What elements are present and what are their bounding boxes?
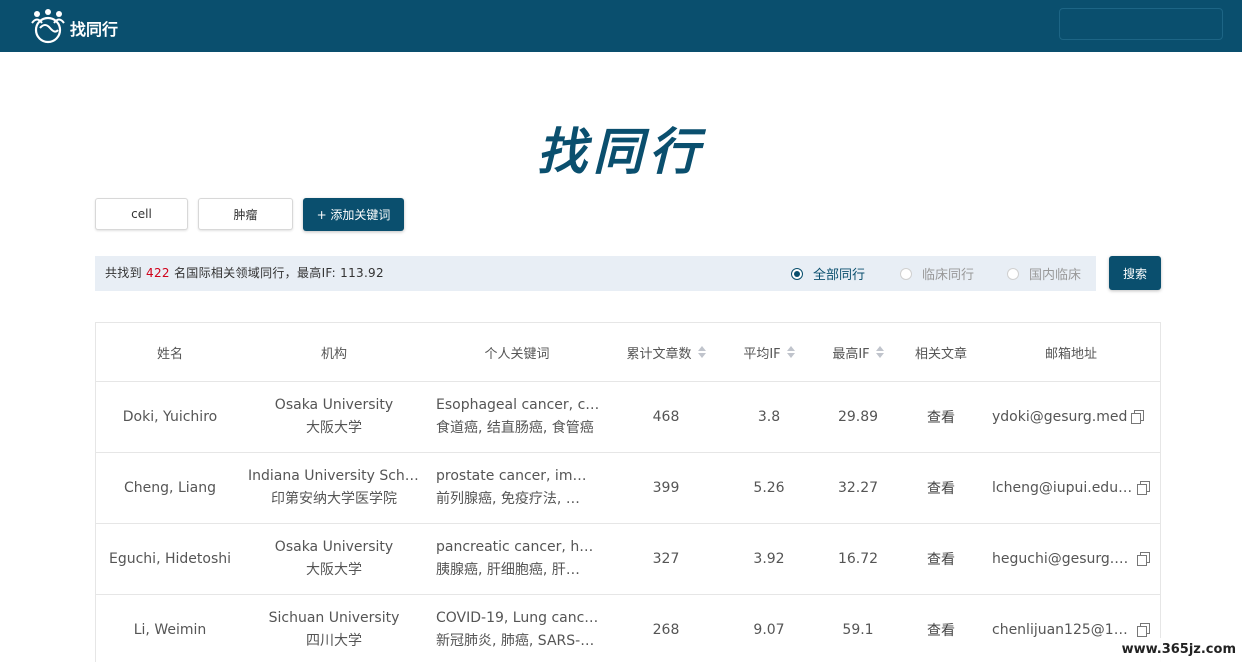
keyword-chip-cell[interactable]: cell xyxy=(95,198,188,230)
filter-radio-clinical[interactable]: 临床同行 xyxy=(900,256,974,291)
column-header-name: 姓名 xyxy=(156,346,183,362)
keywords-cell: Esophageal cancer, colorectal cancer 食道癌… xyxy=(436,396,600,436)
table-row: Cheng, Liang Indiana University School o… xyxy=(96,452,1160,524)
copy-icon[interactable] xyxy=(1137,623,1150,637)
column-header-institution: 机构 xyxy=(320,346,347,362)
institution-cell: Osaka University 大阪大学 xyxy=(274,538,394,578)
table-header: 姓名 机构 个人关键词 累计文章数 平均IF 最高IF 相关文章 邮箱地址 xyxy=(96,323,1160,382)
radio-unchecked-icon xyxy=(900,267,912,280)
top-search-box[interactable] xyxy=(1059,8,1223,40)
avg-if: 5.26 xyxy=(753,479,785,496)
filter-radio-domestic-clinical[interactable]: 国内临床 xyxy=(1007,256,1081,291)
copy-icon[interactable] xyxy=(1131,410,1145,424)
table-row: Doki, Yuichiro Osaka University 大阪大学 Eso… xyxy=(96,381,1160,453)
add-keyword-button[interactable]: + 添加关键词 xyxy=(303,198,404,231)
top-navbar: 找同行 xyxy=(0,0,1242,52)
sort-icon[interactable] xyxy=(697,346,706,358)
column-header-related-articles: 相关文章 xyxy=(914,346,967,362)
avg-if: 9.07 xyxy=(753,621,785,638)
researcher-name: Doki, Yuichiro xyxy=(122,408,218,425)
site-logo[interactable]: 找同行 xyxy=(28,6,118,46)
copy-icon[interactable] xyxy=(1137,481,1150,495)
copy-icon[interactable] xyxy=(1137,552,1150,566)
email-cell: heguchi@gesurg.ed;hi xyxy=(992,523,1160,594)
researcher-name: Eguchi, Hidetoshi xyxy=(109,550,231,567)
sort-icon[interactable] xyxy=(875,346,884,358)
avg-if: 3.8 xyxy=(757,408,781,425)
email-cell: lcheng@iupui.edu;liang xyxy=(992,452,1160,523)
column-header-max-if[interactable]: 最高IF xyxy=(816,323,900,381)
search-button[interactable]: 搜索 xyxy=(1109,256,1161,290)
result-count: 422 xyxy=(146,266,170,280)
view-articles-link[interactable]: 查看 xyxy=(900,381,982,452)
radio-checked-icon xyxy=(791,267,803,280)
result-summary-bar: 共找到 422 名国际相关领域同行，最高IF: 113.92 全部同行 临床同行… xyxy=(95,256,1096,291)
institution-cell: Sichuan University 四川大学 xyxy=(268,609,400,649)
column-header-article-count[interactable]: 累计文章数 xyxy=(610,323,722,381)
researcher-name: Li, Weimin xyxy=(133,621,207,638)
max-if: 16.72 xyxy=(837,550,879,567)
logo-text: 找同行 xyxy=(70,20,119,39)
column-header-keywords: 个人关键词 xyxy=(484,346,550,362)
avg-if: 3.92 xyxy=(753,550,785,567)
keyword-chip-tumor[interactable]: 肿瘤 xyxy=(198,198,293,230)
table-row: Li, Weimin Sichuan University 四川大学 COVID… xyxy=(96,594,1160,662)
page-title: 找同行 xyxy=(537,123,705,181)
result-summary: 共找到 422 名国际相关领域同行，最高IF: 113.92 xyxy=(105,266,384,280)
keywords-cell: pancreatic cancer, hepatocellular 胰腺癌, 肝… xyxy=(436,538,600,578)
email-cell: ydoki@gesurg.med xyxy=(992,381,1160,452)
view-articles-link[interactable]: 查看 xyxy=(900,523,982,594)
researcher-name: Cheng, Liang xyxy=(124,479,216,496)
radio-unchecked-icon xyxy=(1007,267,1019,280)
filter-radio-all[interactable]: 全部同行 xyxy=(791,256,865,291)
institution-cell: Osaka University 大阪大学 xyxy=(274,396,394,436)
people-globe-icon xyxy=(31,9,65,44)
max-if: 29.89 xyxy=(837,408,879,425)
results-table: 姓名 机构 个人关键词 累计文章数 平均IF 最高IF 相关文章 邮箱地址 Do… xyxy=(95,322,1161,662)
view-articles-link[interactable]: 查看 xyxy=(900,452,982,523)
view-articles-link[interactable]: 查看 xyxy=(900,594,982,662)
column-header-avg-if[interactable]: 平均IF xyxy=(722,323,816,381)
column-header-email: 邮箱地址 xyxy=(1044,346,1097,362)
sort-icon[interactable] xyxy=(786,346,795,358)
article-count: 268 xyxy=(652,621,680,638)
watermark: www.365jz.com xyxy=(1118,638,1242,662)
article-count: 468 xyxy=(652,408,680,425)
article-count: 327 xyxy=(652,550,680,567)
table-row: Eguchi, Hidetoshi Osaka University 大阪大学 … xyxy=(96,523,1160,595)
keywords-cell: COVID-19, Lung cancer, SARS 新冠肺炎, 肺癌, SA… xyxy=(436,609,600,649)
max-if: 59.1 xyxy=(842,621,874,638)
institution-cell: Indiana University School of Medicine 印第… xyxy=(248,467,420,507)
max-if: 32.27 xyxy=(837,479,879,496)
keywords-cell: prostate cancer, immunotherapy 前列腺癌, 免疫疗… xyxy=(436,467,594,507)
article-count: 399 xyxy=(652,479,680,496)
